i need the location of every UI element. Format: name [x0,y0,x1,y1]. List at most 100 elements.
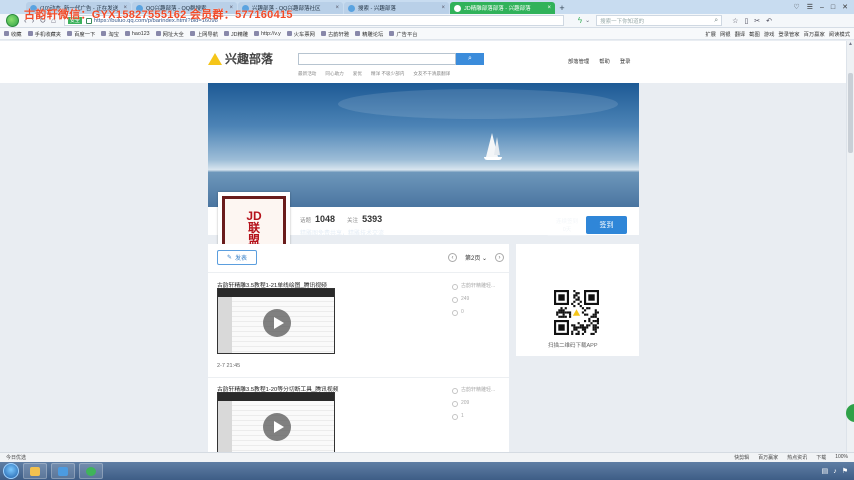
post-author[interactable]: 古韵轩精雕轻... [461,384,495,397]
status-item[interactable]: 百万赢家 [758,454,778,461]
windows-taskbar: ▤ ♪ ⚑ [0,462,854,480]
qr-module [581,324,584,327]
qr-module [558,311,561,314]
toolbar-tool[interactable]: 百万赢家 [804,30,825,38]
start-button-icon[interactable] [3,463,19,479]
hot-link[interactable]: 同心助力 [325,71,343,77]
status-item[interactable]: 热点资讯 [787,454,807,461]
video-thumbnail[interactable] [217,288,335,354]
prev-page-icon[interactable]: ‹ [448,253,457,262]
play-icon[interactable] [263,309,291,337]
tray-network-icon[interactable]: ▤ [822,467,829,475]
maximize-icon[interactable]: □ [831,4,835,11]
site-search-button[interactable]: ⌕ [456,53,484,65]
bookmark-item[interactable]: 广告平台 [389,30,418,38]
hot-link[interactable]: 精洋 不吸少部内 [371,71,404,77]
qr-module [579,326,582,329]
page-scrollbar[interactable]: ▲ [846,41,854,453]
toolbar-tool[interactable]: 网银 [720,30,731,38]
bookmark-item[interactable]: 收藏 [4,30,22,38]
toolbar-tool[interactable]: 游戏 [764,30,775,38]
qr-module [562,313,565,316]
toolbar-tool[interactable]: 阅读模式 [829,30,850,38]
bookmark-item[interactable]: 精雕论坛 [355,30,383,38]
menu-icon[interactable]: ☰ [807,3,813,11]
speed-mode-icon[interactable]: ϟ [578,16,582,25]
comments-icon [452,309,458,316]
browser-task-icon[interactable] [79,463,103,479]
play-icon[interactable] [263,413,291,441]
status-item[interactable]: 快剪辑 [734,454,749,461]
qr-module [596,322,599,325]
browser-tab[interactable]: JD精雕部落部落 - 兴趣部落 × [450,2,555,14]
new-post-label: 发表 [235,256,248,262]
tray-volume-icon[interactable]: ♪ [833,468,837,475]
tray-flag-icon[interactable]: ⚑ [842,467,848,475]
qr-module [590,322,593,325]
site-nav-item[interactable]: 部落管理 [568,57,589,65]
toolbar-tool[interactable]: 截图 [749,30,760,38]
browser-logo-icon[interactable] [6,14,19,27]
page-select[interactable]: 第2页 ⌄ [465,253,487,262]
file-explorer-icon[interactable] [23,463,47,479]
bookmark-item[interactable]: 手机收藏夹 [27,30,61,38]
dropdown-icon[interactable]: ⌄ [585,17,590,24]
close-window-icon[interactable]: ✕ [842,3,848,11]
media-player-icon[interactable] [51,463,75,479]
scroll-thumb[interactable] [848,73,853,153]
new-tab-button[interactable]: + [556,2,568,14]
browser-tab[interactable]: 搜索 - 兴趣部落 × [344,2,449,14]
qr-module [575,294,578,297]
site-logo[interactable]: 兴趣部落 [208,50,273,67]
hot-link[interactable]: 爱优 [353,71,362,77]
bookmark-item[interactable]: 百度一下 [67,30,95,38]
bookmark-item[interactable]: 火车票网 [286,30,315,38]
post-author[interactable]: 古韵轩精雕轻... [461,280,495,293]
qr-module [579,324,582,327]
qr-module [588,320,591,323]
site-nav-item[interactable]: 帮助 [599,57,610,65]
watermark-overlay: 古韵轩微信：GYX15827555162 会员群：577160415 [24,9,293,21]
bookmark-item[interactable]: 上网导航 [189,30,218,38]
next-page-icon[interactable]: › [495,253,505,262]
undo-icon[interactable]: ↶ [766,17,772,25]
toolbar-tool[interactable]: 扩展 [705,30,716,38]
bookmark-item[interactable]: 网址大全 [155,30,184,38]
bookmark-item[interactable]: JD精雕 [224,30,248,38]
bookmark-item[interactable]: http://v.y [254,30,281,38]
toolbar-tool[interactable]: 翻译 [735,30,746,38]
bookmark-item[interactable]: 古韵轩雅 [320,30,349,38]
qr-code[interactable] [554,290,599,335]
close-tab-icon[interactable]: × [545,5,551,11]
bookmark-item[interactable]: hao123 [124,30,150,38]
web-search-input[interactable]: 搜索一下你知道的 ⌕ [596,15,723,26]
scroll-up-icon[interactable]: ▲ [847,41,854,47]
close-tab-icon[interactable]: × [439,5,445,11]
phone-icon[interactable]: ▯ [744,17,748,25]
hot-link[interactable]: 最新活动 [298,71,316,77]
skin-icon[interactable]: ♡ [793,3,799,11]
bookmark-icon [286,31,292,36]
bookmark-item[interactable]: 淘宝 [101,30,119,38]
minimize-icon[interactable]: – [820,4,824,11]
status-item[interactable]: 下载 [816,454,826,461]
hot-link[interactable]: 女友不干清晨翻译 [413,71,450,77]
site-search-input[interactable] [298,53,456,65]
new-post-button[interactable]: ✎ 发表 [217,250,257,265]
search-icon[interactable]: ⌕ [714,17,718,25]
qr-module [592,332,595,335]
video-thumbnail[interactable] [217,392,335,453]
cut-icon[interactable]: ✂ [754,17,760,25]
qr-module [594,320,597,323]
qr-module [594,311,597,314]
status-item[interactable]: 100% [835,454,848,461]
site-nav-item[interactable]: 登录 [620,57,631,65]
close-tab-icon[interactable]: × [333,5,339,11]
bookmark-label: hao123 [131,30,150,37]
status-left[interactable]: 今日优选 [6,454,26,461]
toolbar-tool[interactable]: 登录管家 [778,30,799,38]
sign-streak-days: 0天 [562,227,572,233]
qr-module [592,313,595,316]
favorite-star-icon[interactable]: ☆ [732,17,738,25]
sign-in-button[interactable]: 签到 [586,216,627,234]
